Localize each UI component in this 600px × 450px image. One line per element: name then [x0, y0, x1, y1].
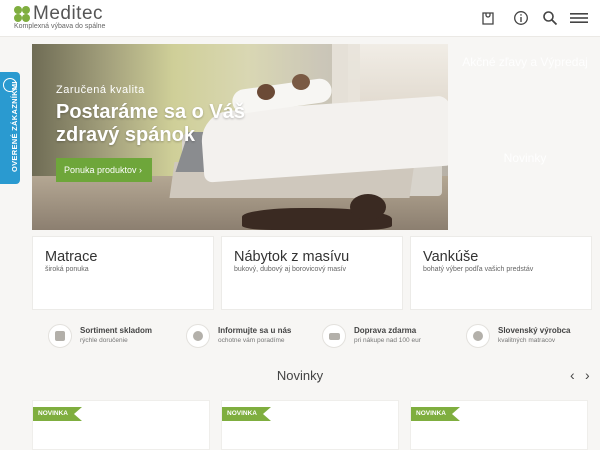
hero-caption: Zaručená kvalita	[56, 84, 145, 96]
brand-name: Meditec	[33, 3, 104, 24]
product-card[interactable]: NOVINKA	[32, 400, 210, 450]
factory-icon	[466, 324, 490, 348]
feature-subtitle: kvalitných matracov	[498, 337, 556, 344]
news-link[interactable]: Novinky	[460, 151, 590, 166]
box-icon	[48, 324, 72, 348]
feature-subtitle: ochotne vám poradíme	[218, 337, 285, 344]
feature-title: Informujte sa u nás	[218, 326, 292, 335]
news-section-title: Novinky	[276, 368, 324, 383]
carousel-prev-button[interactable]: ‹	[570, 367, 575, 383]
product-card[interactable]: NOVINKA	[410, 400, 588, 450]
info-icon[interactable]	[513, 10, 529, 26]
feature-title: Doprava zdarma	[354, 326, 417, 335]
site-header: Meditec Komplexná výbava do spálne	[0, 0, 600, 37]
hero-title: Postaráme sa o Váš zdravý spánok	[56, 101, 245, 146]
side-tab-label: OVERENÉ ZÁKAZNÍKMI	[10, 81, 19, 172]
hero-person-head	[257, 84, 275, 100]
category-card-pillows[interactable]: Vankúše bohatý výber podľa vašich predst…	[410, 236, 592, 310]
category-title: Matrace	[45, 249, 98, 265]
category-subtitle: široká ponuka	[45, 266, 89, 273]
category-title: Nábytok z masívu	[234, 249, 350, 265]
brand-tagline: Komplexná výbava do spálne	[14, 23, 106, 30]
feature-subtitle: pri nákupe nad 100 eur	[354, 337, 421, 344]
info-icon	[186, 324, 210, 348]
products-button[interactable]: Ponuka produktov ›	[56, 158, 153, 182]
hero-dog-head-decor	[350, 194, 386, 220]
new-badge: NOVINKA	[411, 407, 460, 421]
category-subtitle: bohatý výber podľa vašich predstáv	[423, 266, 534, 273]
category-title: Vankúše	[423, 249, 479, 265]
menu-icon[interactable]	[570, 10, 588, 26]
category-card-mattresses[interactable]: Matrace široká ponuka	[32, 236, 214, 310]
hero-banner[interactable]: Zaručená kvalita Postaráme sa o Váš zdra…	[32, 44, 448, 230]
feature-title: Sortiment skladom	[80, 326, 153, 335]
hero-person-head	[292, 74, 310, 90]
new-badge: NOVINKA	[33, 407, 82, 421]
truck-icon	[322, 324, 346, 348]
verified-reviews-tab[interactable]: OVERENÉ ZÁKAZNÍKMI	[0, 72, 20, 184]
feature-title: Slovenský výrobca	[498, 326, 571, 335]
bag-icon[interactable]	[480, 10, 496, 26]
clover-logo-icon	[14, 6, 31, 23]
carousel-next-button[interactable]: ›	[585, 367, 590, 383]
feature-subtitle: rýchle doručenie	[80, 337, 128, 344]
product-card[interactable]: NOVINKA	[221, 400, 399, 450]
search-icon[interactable]	[542, 10, 558, 26]
new-badge: NOVINKA	[222, 407, 271, 421]
category-subtitle: bukový, dubový aj borovicový masív	[234, 266, 347, 273]
promo-link[interactable]: Akčné zľavy a Výpredaj	[460, 55, 590, 70]
category-card-furniture[interactable]: Nábytok z masívu bukový, dubový aj borov…	[221, 236, 403, 310]
